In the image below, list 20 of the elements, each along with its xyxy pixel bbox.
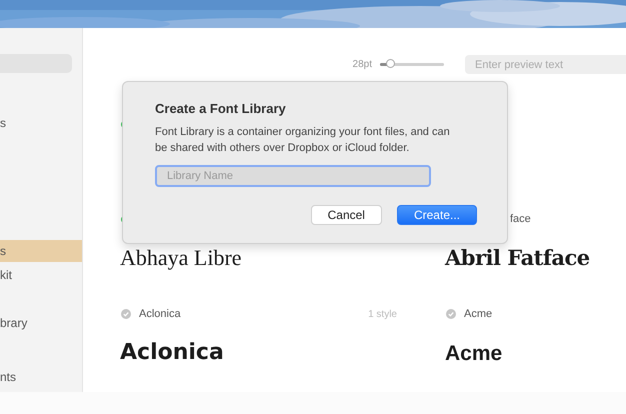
- font-sample: Acme: [445, 342, 504, 366]
- font-sample: Abril Fatface: [445, 245, 591, 270]
- font-sample: Aclonica: [120, 340, 225, 365]
- sidebar-item[interactable]: nts: [0, 366, 82, 388]
- font-name: Aclonica: [139, 308, 181, 320]
- library-name-field[interactable]: Library Name: [155, 165, 431, 187]
- font-sample: Abhaya Libre: [120, 245, 243, 271]
- font-name: Acme: [464, 308, 492, 320]
- sidebar-item[interactable]: s: [0, 112, 82, 134]
- preview-text-field[interactable]: Enter preview text: [465, 55, 626, 74]
- sidebar-item[interactable]: brary: [0, 312, 82, 334]
- create-button[interactable]: Create...: [396, 205, 477, 225]
- style-count: 1 style: [368, 308, 397, 320]
- sidebar-item[interactable]: s: [0, 240, 82, 262]
- font-name: face: [510, 213, 531, 225]
- cancel-button[interactable]: Cancel: [310, 205, 382, 225]
- size-label: 28pt: [352, 59, 372, 70]
- dialog-title: Create a Font Library: [155, 101, 287, 116]
- sidebar-item[interactable]: kit: [0, 264, 82, 286]
- dialog-message: Font Library is a container organizing your font files, and can be shared with others over Dropbox or iCloud folder.: [155, 125, 451, 156]
